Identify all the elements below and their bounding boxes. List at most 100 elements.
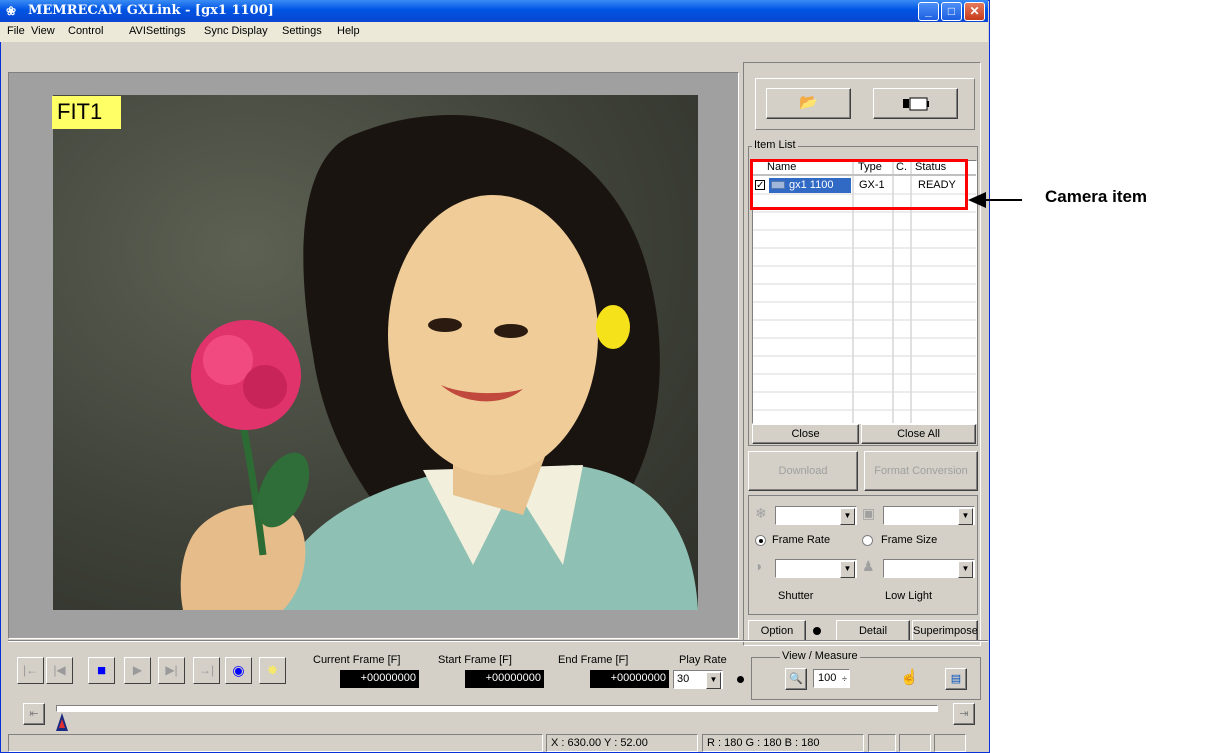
menu-view[interactable]: View xyxy=(31,25,55,37)
measure-window-icon: ▤ xyxy=(950,673,962,685)
item-list-label: Item List xyxy=(752,139,798,151)
frame-rate-select[interactable]: ▼ xyxy=(775,506,857,525)
view-measure-label: View / Measure xyxy=(780,650,860,662)
menu-file[interactable]: File xyxy=(7,25,25,37)
record-icon: ◉ xyxy=(232,662,245,678)
stop-icon: ■ xyxy=(96,662,107,679)
go-first-button[interactable]: |← xyxy=(17,657,44,684)
zoom-value: 100 xyxy=(818,672,837,684)
go-last-button[interactable]: →| xyxy=(193,657,220,684)
minimize-button[interactable]: _ xyxy=(918,2,939,21)
title-bar: ❀ MEMRECAM GXLink - [gx1 1100] _ □ ✕ xyxy=(0,0,988,22)
detail-button[interactable]: Detail xyxy=(836,620,910,642)
download-button[interactable]: Download xyxy=(748,451,858,491)
play-rate-indicator xyxy=(737,676,744,683)
trigger-icon: ✸ xyxy=(266,662,279,678)
menu-bar: File View Control AVISettings Sync Displ… xyxy=(0,22,988,42)
app-icon: ❀ xyxy=(6,4,17,18)
camera-item-annotation: Camera item xyxy=(1045,187,1148,206)
frame-size-select[interactable]: ▼ xyxy=(883,506,975,525)
step-end-button[interactable]: ▶| xyxy=(158,657,185,684)
step-start-icon: |◀ xyxy=(53,663,66,677)
play-button[interactable]: ▶ xyxy=(124,657,151,684)
hand-tool-icon[interactable]: ☝ xyxy=(900,668,919,686)
frame-size-label: Frame Size xyxy=(881,534,938,546)
low-light-icon: ♟ xyxy=(862,558,875,574)
menu-sync-display[interactable]: Sync Display xyxy=(204,25,268,37)
go-first-icon: |← xyxy=(22,663,39,677)
portrait-image xyxy=(180,115,698,610)
frame-size-dropdown-arrow[interactable]: ▼ xyxy=(958,508,973,525)
trigger-button[interactable]: ✸ xyxy=(259,657,286,684)
option-indicator xyxy=(813,627,821,635)
option-button[interactable]: Option xyxy=(748,620,806,642)
status-extra-1 xyxy=(868,734,896,752)
frame-rate-radio[interactable] xyxy=(755,535,766,546)
go-last-icon: →| xyxy=(198,663,215,677)
seek-end-button[interactable]: ⇥ xyxy=(953,703,975,725)
record-button[interactable]: ◉ xyxy=(225,657,252,684)
menu-avisettings[interactable]: AVISettings xyxy=(129,25,186,37)
step-start-button[interactable]: |◀ xyxy=(46,657,73,684)
camera-image[interactable] xyxy=(53,95,698,610)
menu-help[interactable]: Help xyxy=(337,25,360,37)
frame-rate-label: Frame Rate xyxy=(772,534,831,546)
window-title: MEMRECAM GXLink - [gx1 1100] xyxy=(28,3,274,18)
annotation-arrow xyxy=(968,192,1022,208)
seek-track[interactable] xyxy=(56,705,938,712)
seek-thumb[interactable] xyxy=(55,713,69,733)
play-rate-dropdown-arrow[interactable]: ▼ xyxy=(706,672,721,689)
status-extra-2 xyxy=(899,734,931,752)
status-extra-3 xyxy=(934,734,966,752)
play-rate-value: 30 xyxy=(677,673,690,685)
play-icon: ▶ xyxy=(132,663,143,677)
frame-rate-dropdown-arrow[interactable]: ▼ xyxy=(840,508,855,525)
zoom-button[interactable]: 🔍 xyxy=(785,668,807,690)
fit-label: FIT1 xyxy=(52,96,121,129)
close-button[interactable]: ✕ xyxy=(964,2,985,21)
magnifier-icon: 🔍 xyxy=(789,673,803,685)
measure-button[interactable]: ▤ xyxy=(945,668,967,690)
format-conversion-button[interactable]: Format Conversion xyxy=(864,451,978,491)
play-rate-select[interactable]: 30 ▼ xyxy=(673,670,723,689)
menu-settings[interactable]: Settings xyxy=(282,25,322,37)
menu-control[interactable]: Control xyxy=(68,25,103,37)
current-frame-value: +00000000 xyxy=(340,670,419,688)
zoom-spin-arrows[interactable]: ÷ xyxy=(842,671,847,688)
camera-connect-button[interactable] xyxy=(873,88,958,119)
end-frame-label: End Frame [F] xyxy=(558,654,629,666)
seek-end-icon: ⇥ xyxy=(959,708,969,720)
play-rate-label: Play Rate xyxy=(679,654,727,666)
stop-button[interactable]: ■ xyxy=(88,657,115,684)
end-frame-value: +00000000 xyxy=(590,670,669,688)
seek-start-icon: ⇤ xyxy=(29,708,39,720)
step-end-icon: ▶| xyxy=(165,663,178,677)
separator xyxy=(8,640,988,642)
camera-item-highlight xyxy=(750,159,968,210)
current-frame-label: Current Frame [F] xyxy=(313,654,401,666)
maximize-button[interactable]: □ xyxy=(941,2,962,21)
frame-size-radio[interactable] xyxy=(862,535,873,546)
seek-start-button[interactable]: ⇤ xyxy=(23,703,45,725)
close-all-button[interactable]: Close All xyxy=(861,424,976,444)
frame-rate-radio-dot xyxy=(759,539,763,543)
start-frame-label: Start Frame [F] xyxy=(438,654,512,666)
shutter-icon: ◗ xyxy=(755,558,764,574)
shutter-select[interactable]: ▼ xyxy=(775,559,857,578)
open-folder-button[interactable]: 📂 xyxy=(766,88,851,119)
start-frame-value: +00000000 xyxy=(465,670,544,688)
status-rgb: R : 180 G : 180 B : 180 xyxy=(702,734,864,752)
shutter-label: Shutter xyxy=(778,590,814,602)
close-item-button[interactable]: Close xyxy=(752,424,859,444)
low-light-select[interactable]: ▼ xyxy=(883,559,975,578)
status-coordinates: X : 630.00 Y : 52.00 xyxy=(546,734,698,752)
zoom-spinner[interactable]: 100 ÷ xyxy=(813,669,850,688)
shutter-dropdown-arrow[interactable]: ▼ xyxy=(840,561,855,578)
low-light-dropdown-arrow[interactable]: ▼ xyxy=(958,561,973,578)
superimpose-button[interactable]: Superimpose xyxy=(912,620,978,642)
battery-icon xyxy=(902,97,929,111)
frame-rate-icon: ❄ xyxy=(755,505,767,521)
low-light-label: Low Light xyxy=(885,590,933,602)
frame-size-icon: ▣ xyxy=(862,505,876,521)
status-main xyxy=(8,734,543,752)
